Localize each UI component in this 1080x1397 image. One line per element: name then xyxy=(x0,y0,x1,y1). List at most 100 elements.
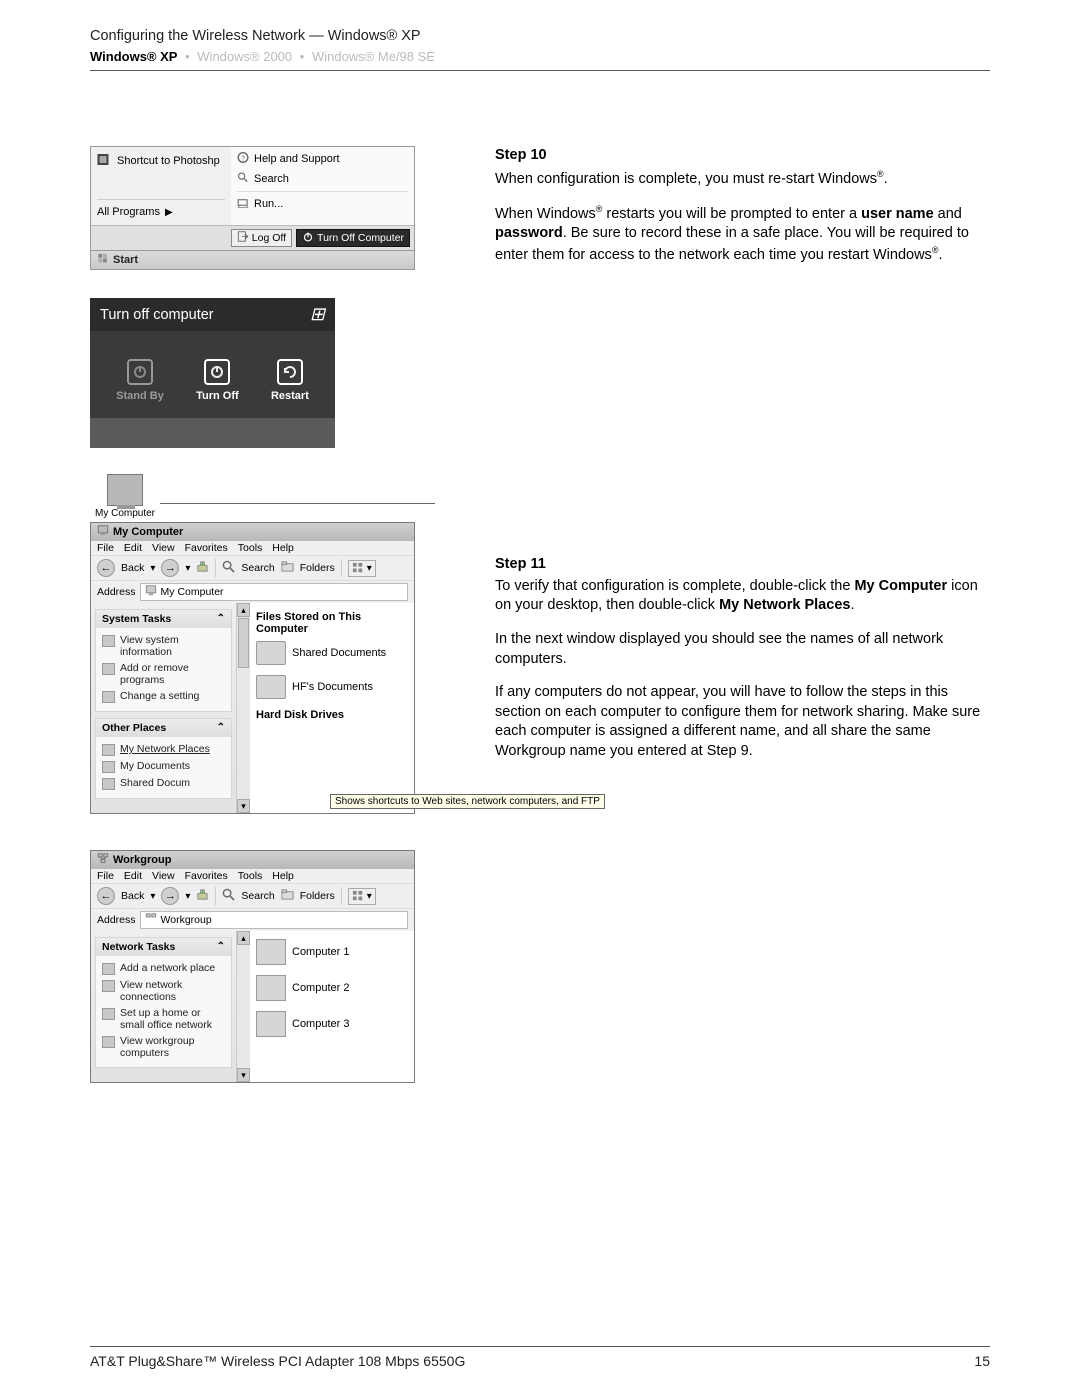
task-add-remove[interactable]: Add or remove programs xyxy=(102,660,225,688)
start-menu-item-search[interactable]: Search xyxy=(237,169,408,189)
search-button[interactable]: Search xyxy=(241,562,274,574)
folder-hf-documents[interactable]: HF's Documents xyxy=(256,675,408,699)
views-button[interactable]: ▾ xyxy=(348,560,376,577)
page-footer: AT&T Plug&Share™ Wireless PCI Adapter 10… xyxy=(90,1346,990,1369)
scrollbar[interactable]: ▴ ▾ xyxy=(236,603,250,813)
dropdown-icon[interactable]: ▾ xyxy=(185,891,190,902)
dialog-title: Turn off computer xyxy=(100,307,214,323)
network-icon xyxy=(97,853,109,867)
task-setup-network[interactable]: Set up a home or small office network xyxy=(102,1005,225,1033)
folders-button[interactable]: Folders xyxy=(300,890,335,902)
back-label: Back xyxy=(121,890,144,902)
scroll-thumb[interactable] xyxy=(238,618,249,668)
collapse-icon[interactable]: ⌃ xyxy=(217,613,225,625)
folder-icon xyxy=(102,761,115,773)
link-label: My Documents xyxy=(120,760,190,772)
turnoff-option-button[interactable]: Turn Off xyxy=(196,359,239,402)
menu-file[interactable]: File xyxy=(97,542,114,554)
body-text: . xyxy=(938,247,942,263)
titlebar[interactable]: Workgroup xyxy=(91,851,414,869)
setup-icon xyxy=(102,1008,115,1020)
dropdown-icon[interactable]: ▾ xyxy=(150,891,155,902)
standby-icon xyxy=(127,359,153,385)
panel-heading: System Tasks xyxy=(102,613,171,625)
collapse-icon[interactable]: ⌃ xyxy=(217,722,225,734)
task-add-network-place[interactable]: Add a network place xyxy=(102,960,225,977)
task-view-workgroup[interactable]: View workgroup computers xyxy=(102,1033,225,1061)
menu-file[interactable]: File xyxy=(97,870,114,882)
dropdown-icon[interactable]: ▾ xyxy=(185,563,190,574)
menu-help[interactable]: Help xyxy=(272,870,294,882)
menu-tools[interactable]: Tools xyxy=(238,870,263,882)
body-text: When configuration is complete, you must… xyxy=(495,170,877,186)
start-menu-item-run[interactable]: Run... xyxy=(237,194,408,214)
panel-heading: Other Places xyxy=(102,722,166,734)
menu-help[interactable]: Help xyxy=(272,542,294,554)
titlebar[interactable]: My Computer xyxy=(91,523,414,541)
address-value: Workgroup xyxy=(161,914,212,926)
menu-view[interactable]: View xyxy=(152,542,175,554)
scrollbar[interactable]: ▴ ▾ xyxy=(236,931,250,1082)
logoff-button[interactable]: Log Off xyxy=(231,229,292,247)
standby-button[interactable]: Stand By xyxy=(116,359,164,402)
link-my-network-places[interactable]: My Network Places xyxy=(102,741,225,758)
scroll-up-icon[interactable]: ▴ xyxy=(237,603,250,617)
folder-icon xyxy=(256,675,286,699)
scroll-up-icon[interactable]: ▴ xyxy=(237,931,250,945)
addressbar: Address Workgroup xyxy=(91,909,414,931)
task-view-connections[interactable]: View network connections xyxy=(102,977,225,1005)
link-shared-documents[interactable]: Shared Docum xyxy=(102,775,225,792)
addressbar: Address My Computer xyxy=(91,581,414,603)
collapse-icon[interactable]: ⌃ xyxy=(217,941,225,953)
menu-edit[interactable]: Edit xyxy=(124,870,142,882)
scroll-down-icon[interactable]: ▾ xyxy=(237,1068,250,1082)
up-button[interactable] xyxy=(196,888,209,904)
chevron-right-icon: ▶ xyxy=(165,207,173,218)
address-label: Address xyxy=(97,586,136,598)
start-label: Start xyxy=(113,254,138,266)
folders-button[interactable]: Folders xyxy=(300,562,335,574)
restart-button[interactable]: Restart xyxy=(271,359,309,402)
toolbar: ← Back ▾ → ▾ Search Fold xyxy=(91,883,414,909)
task-change-setting[interactable]: Change a setting xyxy=(102,688,225,705)
start-menu-item-help[interactable]: ? Help and Support xyxy=(237,149,408,169)
scroll-down-icon[interactable]: ▾ xyxy=(237,799,250,813)
address-field[interactable]: Workgroup xyxy=(140,911,408,929)
network-icon xyxy=(145,913,157,927)
dropdown-icon[interactable]: ▾ xyxy=(150,563,155,574)
forward-button[interactable]: → xyxy=(161,559,179,577)
menu-tools[interactable]: Tools xyxy=(238,542,263,554)
address-field[interactable]: My Computer xyxy=(140,583,408,601)
menu-favorites[interactable]: Favorites xyxy=(185,542,228,554)
menu-view[interactable]: View xyxy=(152,870,175,882)
toolbar: ← Back ▾ → ▾ Search Fold xyxy=(91,555,414,581)
task-view-system-info[interactable]: View system information xyxy=(102,632,225,660)
forward-button[interactable]: → xyxy=(161,887,179,905)
step-10-p2: When Windows® restarts you will be promp… xyxy=(495,203,990,265)
link-my-documents[interactable]: My Documents xyxy=(102,758,225,775)
step-heading: Step 11 xyxy=(495,555,990,575)
start-button[interactable]: Start xyxy=(91,250,414,269)
body-text: . Be sure to record these in a safe plac… xyxy=(495,225,969,262)
start-menu-label: Shortcut to Photoshp xyxy=(117,155,220,167)
up-button[interactable] xyxy=(196,560,209,576)
start-menu-item-photoshop[interactable]: Shortcut to Photoshp xyxy=(97,151,225,171)
views-button[interactable]: ▾ xyxy=(348,888,376,905)
folder-shared-documents[interactable]: Shared Documents xyxy=(256,641,408,665)
step-10-block: Step 10 When configuration is complete, … xyxy=(495,146,990,189)
start-menu-all-programs[interactable]: All Programs ▶ xyxy=(97,199,225,221)
menu-favorites[interactable]: Favorites xyxy=(185,870,228,882)
my-computer-desktop-icon[interactable]: My Computer xyxy=(90,474,160,519)
option-label: Restart xyxy=(271,390,309,402)
computer-icon xyxy=(256,939,286,965)
back-button[interactable]: ← xyxy=(97,887,115,905)
back-button[interactable]: ← xyxy=(97,559,115,577)
turnoff-button[interactable]: Turn Off Computer xyxy=(296,229,410,247)
computer-2[interactable]: Computer 2 xyxy=(256,975,408,1001)
computer-3[interactable]: Computer 3 xyxy=(256,1011,408,1037)
body-text: restarts you will be prompted to enter a xyxy=(602,206,861,222)
restart-icon xyxy=(277,359,303,385)
menu-edit[interactable]: Edit xyxy=(124,542,142,554)
search-button[interactable]: Search xyxy=(241,890,274,902)
computer-1[interactable]: Computer 1 xyxy=(256,939,408,965)
